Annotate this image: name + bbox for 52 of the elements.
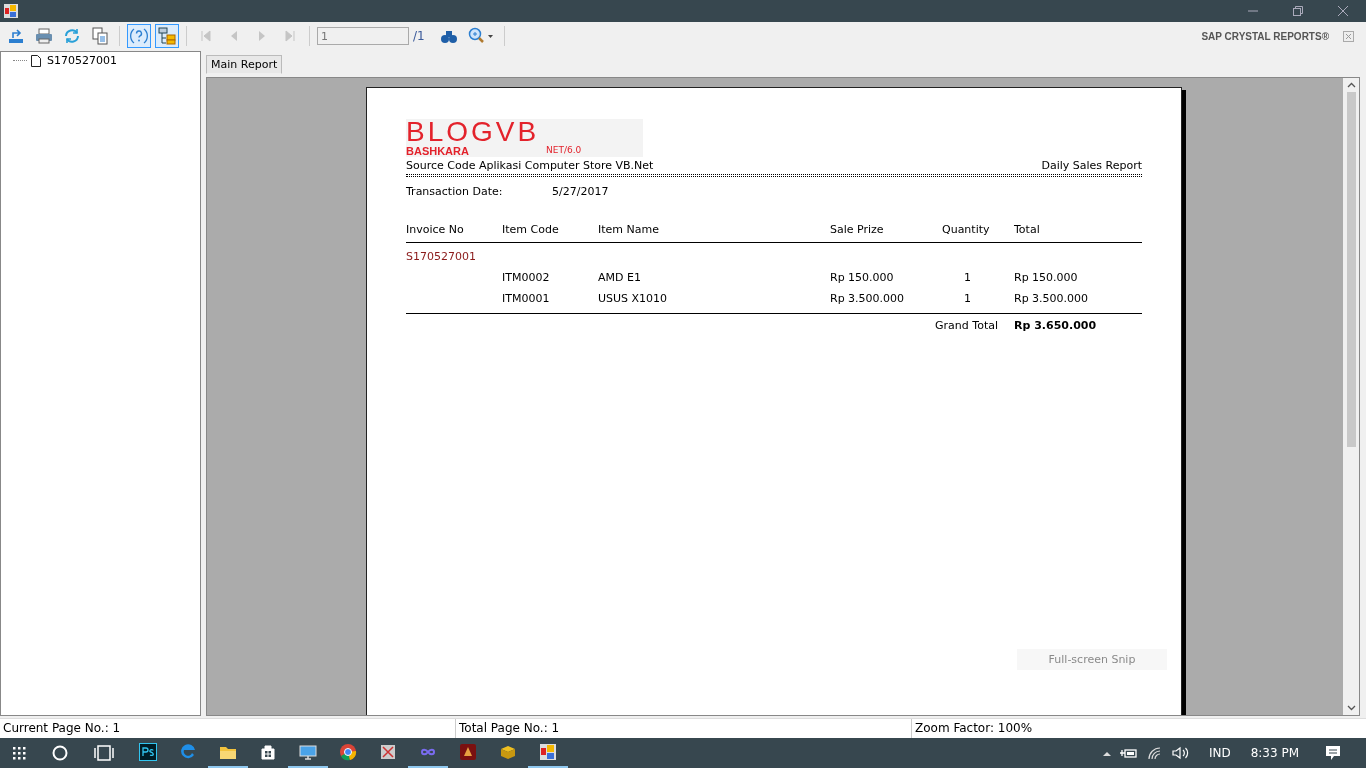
show-hidden-icons[interactable] <box>1102 750 1111 756</box>
search-icon[interactable] <box>52 745 68 761</box>
scroll-up-icon[interactable] <box>1346 82 1356 88</box>
table-cell-text: 1 <box>963 271 972 284</box>
column-header: Total <box>1014 223 1041 236</box>
battery-icon[interactable] <box>1119 747 1138 759</box>
table-cell-text: ITM0002 <box>502 271 551 284</box>
close-icon[interactable] <box>1338 6 1348 16</box>
table-cell-text: Rp 150.000 <box>1014 271 1079 284</box>
document-icon <box>31 54 41 67</box>
table-cell-text: Rp 3.500.000 <box>1014 292 1090 305</box>
start-icon[interactable] <box>12 746 26 760</box>
vertical-scrollbar[interactable] <box>1343 78 1359 715</box>
table-cell-text: 1 <box>963 292 972 305</box>
scroll-down-icon[interactable] <box>1346 705 1356 711</box>
date-value: 5/27/2017 <box>552 185 609 198</box>
column-header: Invoice No <box>406 223 465 236</box>
table-cell-text: Rp 150.000 <box>830 271 895 284</box>
table-cell-text: USUS X1010 <box>598 292 669 305</box>
column-header: Sale Prize <box>830 223 885 236</box>
grand-total-value: Rp 3.650.000 <box>1014 319 1098 332</box>
invoice-number: S170527001 <box>406 250 477 263</box>
table-cell-text: AMD E1 <box>598 271 642 284</box>
snip-tooltip: Full-screen Snip <box>1017 649 1167 670</box>
report-tab[interactable]: Main Report <box>206 55 283 74</box>
grand-total-label: Grand Total <box>935 319 999 332</box>
column-header: Item Name <box>598 223 660 236</box>
page-number-field[interactable]: 1 <box>317 27 409 45</box>
clock[interactable]: 8:33 PM <box>1250 746 1299 760</box>
column-header: Quantity <box>942 223 991 236</box>
date-label: Transaction Date: <box>406 185 504 198</box>
column-header: Item Code <box>502 223 560 236</box>
status-text: Zoom Factor: 100% <box>914 720 1034 737</box>
notification-icon[interactable] <box>1325 745 1341 761</box>
page-total: /1 <box>413 29 425 43</box>
report-subtitle: Source Code Aplikasi Computer Store VB.Net <box>406 159 654 173</box>
tree-icon[interactable] <box>155 24 179 48</box>
table-cell-text: ITM0001 <box>502 292 551 305</box>
restore-icon[interactable] <box>1293 6 1303 16</box>
language-indicator[interactable]: IND <box>1208 746 1231 760</box>
logo-subtext: BASHKARA <box>406 145 469 157</box>
report-title: Daily Sales Report <box>1041 159 1142 173</box>
table-cell-text: Rp 3.500.000 <box>830 292 906 305</box>
brand-label: SAP CRYSTAL REPORTS® <box>1201 30 1329 42</box>
logo-text: BLOGVB <box>406 116 540 147</box>
app-icon <box>3 3 19 19</box>
tree-item[interactable]: S170527001 <box>45 54 119 67</box>
logo-version: NET/6.0 <box>546 145 582 155</box>
help-icon[interactable] <box>127 24 151 48</box>
volume-icon[interactable] <box>1171 746 1190 760</box>
wifi-icon[interactable] <box>1146 746 1163 760</box>
task-view-icon[interactable] <box>94 745 114 761</box>
